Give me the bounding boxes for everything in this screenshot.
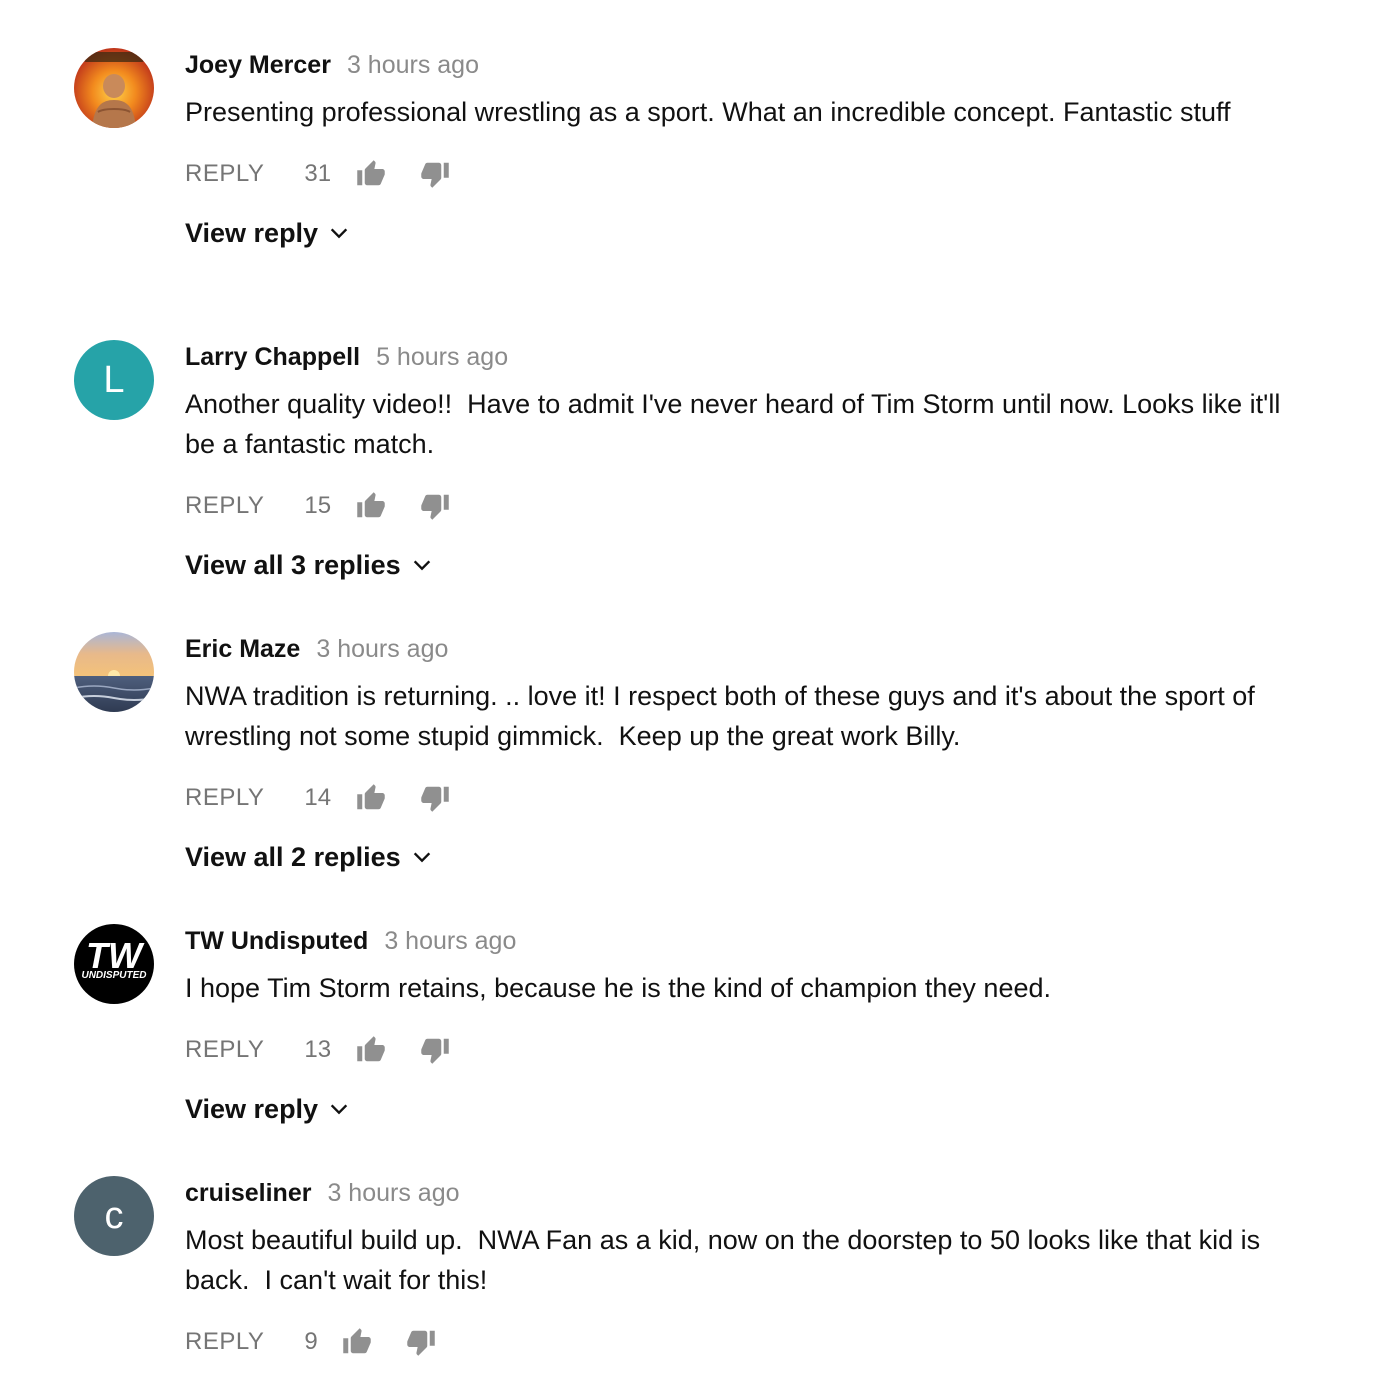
comment-actions: REPLY 13 (185, 1030, 1285, 1070)
thumbs-up-icon[interactable] (354, 1033, 388, 1067)
comment-timestamp[interactable]: 3 hours ago (384, 927, 516, 956)
comment-actions: REPLY 9 (185, 1322, 1285, 1362)
comment-header: Larry Chappell 5 hours ago (185, 340, 1285, 374)
chevron-down-icon (328, 1098, 350, 1120)
author-name[interactable]: Eric Maze (185, 635, 300, 664)
author-name[interactable]: cruiseliner (185, 1179, 311, 1208)
comment-actions: REPLY 15 (185, 486, 1285, 526)
thumbs-down-icon[interactable] (418, 157, 452, 191)
like-count: 9 (304, 1328, 318, 1355)
thumbs-up-icon[interactable] (354, 781, 388, 815)
author-name[interactable]: Larry Chappell (185, 343, 360, 372)
comment-body: Eric Maze 3 hours ago NWA tradition is r… (185, 632, 1285, 878)
thumbs-up-icon[interactable] (354, 489, 388, 523)
avatar-image (74, 48, 154, 128)
chevron-down-icon (411, 554, 433, 576)
avatar-tw-undisputed[interactable]: TW UNDISPUTED (74, 924, 154, 1004)
comment-header: TW Undisputed 3 hours ago (185, 924, 1285, 958)
comment-header: Joey Mercer 3 hours ago (185, 48, 1285, 82)
chevron-down-icon (411, 846, 433, 868)
comment-body: Joey Mercer 3 hours ago Presenting profe… (185, 48, 1285, 254)
comment-timestamp[interactable]: 3 hours ago (327, 1179, 459, 1208)
reply-button[interactable]: REPLY (185, 492, 264, 520)
comment-body: Larry Chappell 5 hours ago Another quali… (185, 340, 1285, 586)
comment-text: I hope Tim Storm retains, because he is … (185, 973, 1051, 1003)
view-replies-button[interactable]: View all 2 replies (185, 836, 433, 878)
thumbs-down-icon[interactable] (418, 781, 452, 815)
avatar-logo-subtext: UNDISPUTED (81, 970, 146, 981)
view-replies-button[interactable]: View all 3 replies (185, 544, 433, 586)
comment-actions: REPLY 31 (185, 154, 1285, 194)
tw-logo-icon: TW UNDISPUTED (80, 935, 148, 981)
thumbs-up-icon[interactable] (340, 1325, 374, 1359)
reply-button[interactable]: REPLY (185, 160, 264, 188)
thumbs-up-icon[interactable] (354, 157, 388, 191)
comment-body: TW Undisputed 3 hours ago I hope Tim Sto… (185, 924, 1285, 1130)
view-replies-label: View reply (185, 217, 319, 248)
comment-timestamp[interactable]: 5 hours ago (376, 343, 508, 372)
like-count: 31 (304, 160, 332, 187)
avatar-image (74, 632, 154, 712)
avatar-letter: c (104, 1194, 124, 1237)
thumbs-down-icon[interactable] (418, 489, 452, 523)
comment-header: Eric Maze 3 hours ago (185, 632, 1285, 666)
chevron-down-icon (328, 222, 350, 244)
avatar-cruiseliner[interactable]: c (74, 1176, 154, 1256)
view-replies-button[interactable]: View reply (185, 1088, 350, 1130)
thumbs-down-icon[interactable] (418, 1033, 452, 1067)
comment-actions: REPLY 14 (185, 778, 1285, 818)
author-name[interactable]: TW Undisputed (185, 927, 368, 956)
like-count: 14 (304, 784, 332, 811)
author-name[interactable]: Joey Mercer (185, 51, 331, 80)
thumbs-down-icon[interactable] (404, 1325, 438, 1359)
avatar-joey-mercer[interactable] (74, 48, 154, 128)
comment-text: Presenting professional wrestling as a s… (185, 97, 1231, 127)
comment-text: Another quality video!! Have to admit I'… (185, 389, 1288, 459)
avatar-letter: L (103, 358, 125, 401)
comment-body: cruiseliner 3 hours ago Most beautiful b… (185, 1176, 1285, 1362)
avatar-larry-chappell[interactable]: L (74, 340, 154, 420)
comment-timestamp[interactable]: 3 hours ago (347, 51, 479, 80)
avatar-eric-maze[interactable] (74, 632, 154, 712)
reply-button[interactable]: REPLY (185, 784, 264, 812)
reply-button[interactable]: REPLY (185, 1036, 264, 1064)
view-replies-label: View reply (185, 1093, 319, 1124)
comment-text: Most beautiful build up. NWA Fan as a ki… (185, 1225, 1268, 1295)
comment-header: cruiseliner 3 hours ago (185, 1176, 1285, 1210)
view-replies-label: View all 3 replies (185, 549, 401, 580)
like-count: 13 (304, 1036, 332, 1063)
view-replies-label: View all 2 replies (185, 841, 401, 872)
comment-text: NWA tradition is returning. .. love it! … (185, 681, 1263, 751)
comment-timestamp[interactable]: 3 hours ago (316, 635, 448, 664)
reply-button[interactable]: REPLY (185, 1328, 264, 1356)
like-count: 15 (304, 492, 332, 519)
comments-section: Joey Mercer 3 hours ago Presenting profe… (0, 0, 1384, 1380)
view-replies-button[interactable]: View reply (185, 212, 350, 254)
